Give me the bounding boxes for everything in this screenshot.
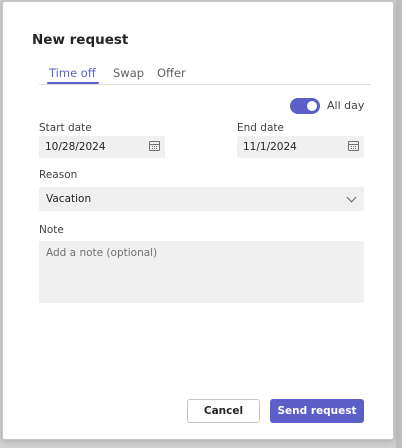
start-date-label: Start date — [39, 122, 92, 134]
screen: New request Time off Swap Offer All day … — [0, 0, 402, 448]
calendar-icon[interactable] — [149, 141, 160, 151]
tab-swap[interactable]: Swap — [113, 66, 144, 80]
active-tab-indicator — [47, 82, 99, 84]
tab-time-off[interactable]: Time off — [49, 66, 96, 80]
new-request-dialog: New request Time off Swap Offer All day … — [2, 1, 394, 440]
note-label: Note — [39, 224, 64, 236]
note-textarea[interactable]: Add a note (optional) — [39, 241, 364, 303]
toggle-knob — [307, 101, 317, 111]
calendar-icon[interactable] — [348, 141, 359, 151]
send-request-button[interactable]: Send request — [270, 399, 364, 423]
start-date-value: 10/28/2024 — [45, 141, 106, 153]
end-date-input[interactable]: 11/1/2024 — [237, 136, 364, 158]
all-day-label: All day — [327, 99, 365, 112]
reason-value: Vacation — [46, 193, 92, 205]
backdrop — [396, 0, 402, 448]
start-date-input[interactable]: 10/28/2024 — [39, 136, 165, 158]
all-day-toggle[interactable] — [290, 98, 320, 114]
cancel-button[interactable]: Cancel — [187, 399, 260, 423]
reason-label: Reason — [39, 169, 78, 181]
dialog-title: New request — [32, 32, 129, 48]
end-date-value: 11/1/2024 — [243, 141, 297, 153]
chevron-down-icon — [346, 192, 357, 203]
tab-offer[interactable]: Offer — [157, 66, 186, 80]
end-date-label: End date — [237, 122, 284, 134]
tab-bar: Time off Swap Offer — [39, 64, 371, 85]
note-placeholder: Add a note (optional) — [46, 247, 158, 259]
reason-select[interactable]: Vacation — [39, 187, 364, 211]
